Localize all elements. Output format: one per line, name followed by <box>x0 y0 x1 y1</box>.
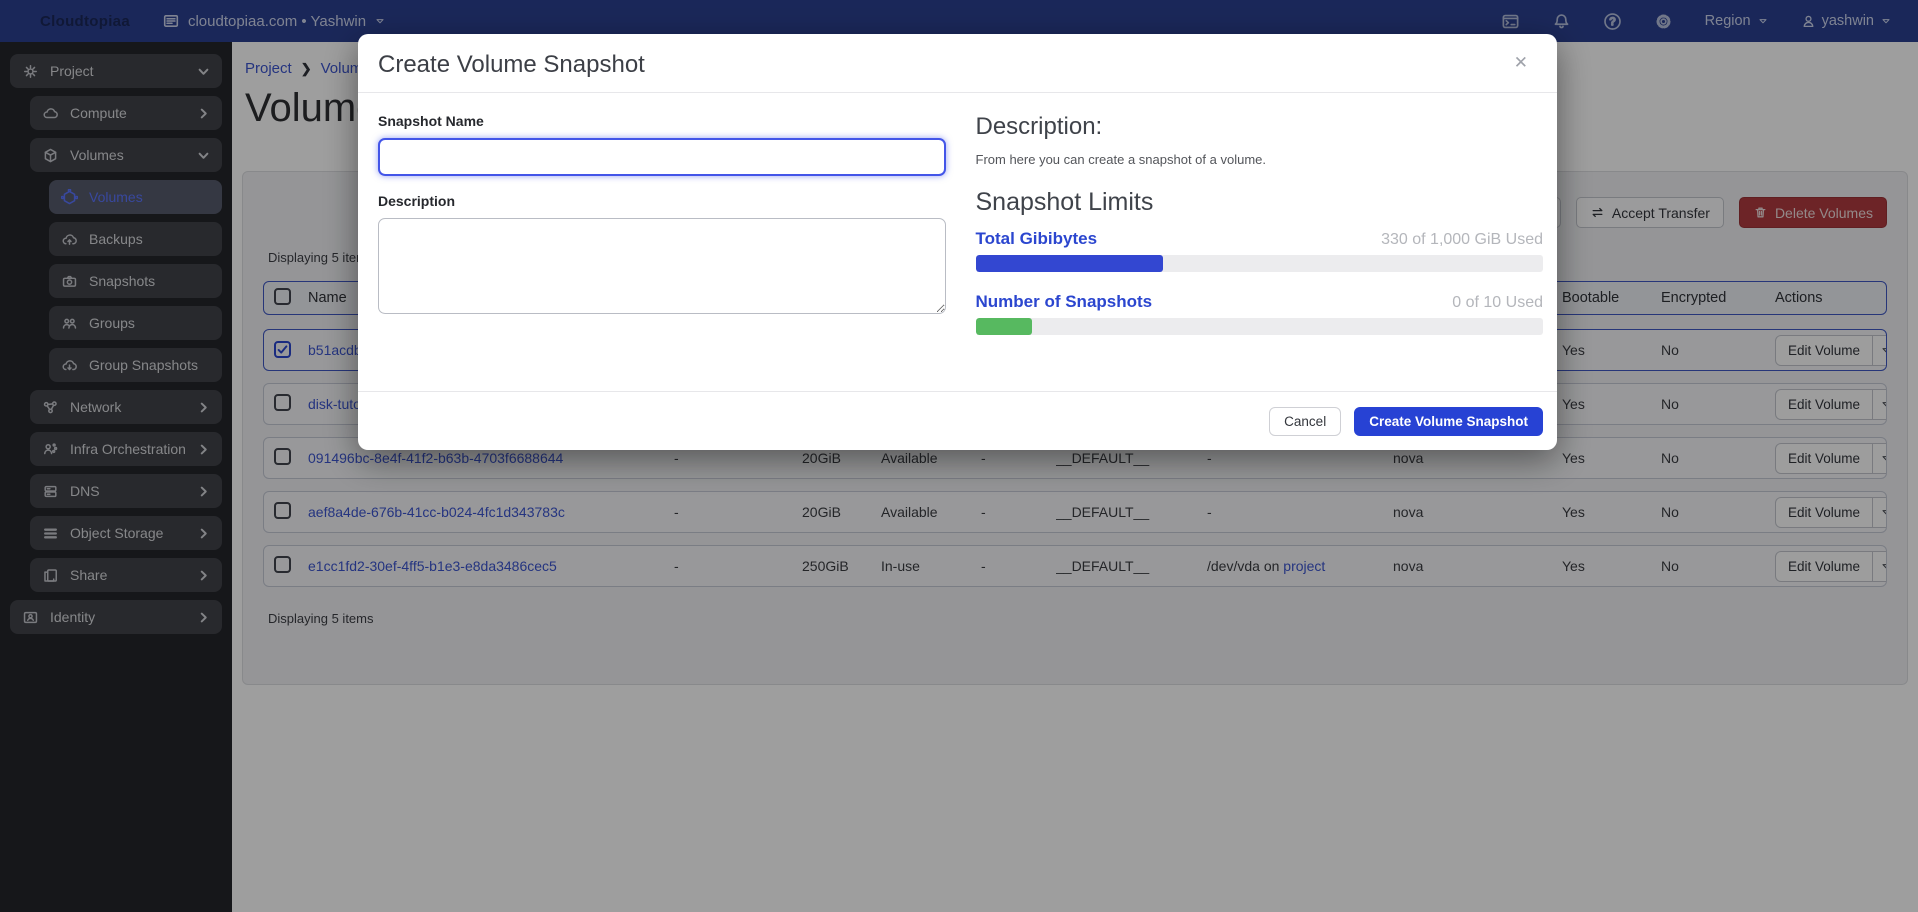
create-volume-snapshot-modal: Create Volume Snapshot ✕ Snapshot Name D… <box>358 34 1557 450</box>
create-volume-snapshot-button[interactable]: Create Volume Snapshot <box>1354 407 1543 436</box>
total-gibibytes-progress-fill <box>976 255 1163 272</box>
snapshot-name-input[interactable] <box>378 138 946 176</box>
close-icon[interactable]: ✕ <box>1511 51 1531 74</box>
cancel-button[interactable]: Cancel <box>1269 407 1341 436</box>
modal-title: Create Volume Snapshot <box>378 51 645 79</box>
number-of-snapshots-usage: 0 of 10 Used <box>1452 294 1543 312</box>
total-gibibytes-progressbar <box>976 255 1544 272</box>
snapshot-limits-heading: Snapshot Limits <box>976 188 1544 217</box>
modal-info-body: From here you can create a snapshot of a… <box>976 152 1544 167</box>
snapshot-description-textarea[interactable] <box>378 218 946 314</box>
modal-info-heading: Description: <box>976 113 1544 141</box>
total-gibibytes-label: Total Gibibytes <box>976 229 1098 249</box>
snapshot-name-label: Snapshot Name <box>378 113 946 129</box>
snapshot-description-label: Description <box>378 193 946 209</box>
number-of-snapshots-progressbar <box>976 318 1544 335</box>
number-of-snapshots-label: Number of Snapshots <box>976 292 1153 312</box>
number-of-snapshots-progress-fill <box>976 318 1033 335</box>
total-gibibytes-usage: 330 of 1,000 GiB Used <box>1381 231 1543 249</box>
